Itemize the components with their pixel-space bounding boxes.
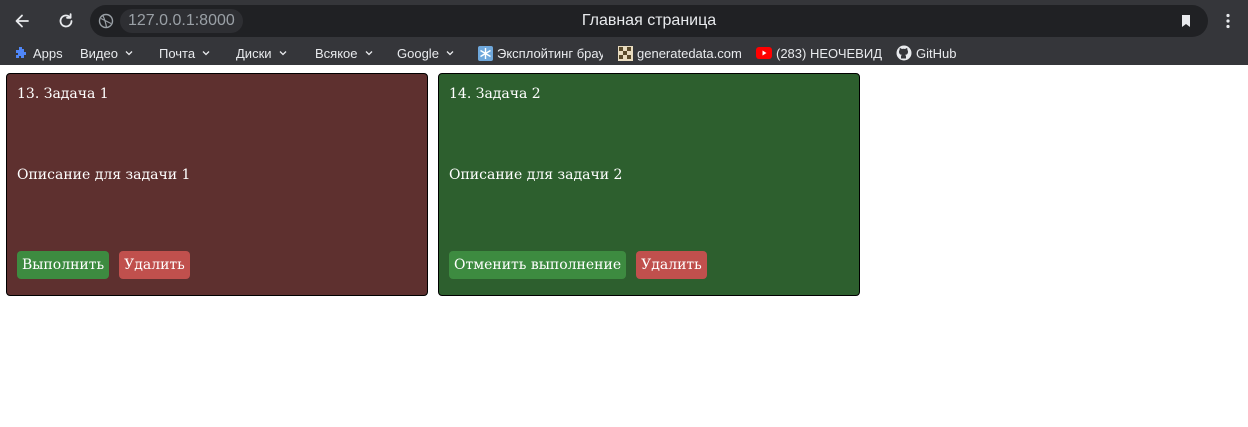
apps-puzzle-icon xyxy=(13,45,29,61)
bookmark-apps[interactable]: Apps xyxy=(13,43,63,63)
task-card: 14. Задача 2 Описание для задачи 2 Отмен… xyxy=(438,73,860,296)
snowflake-icon xyxy=(477,45,493,61)
complete-task-button[interactable]: Выполнить xyxy=(17,251,110,279)
grid-logo-icon xyxy=(617,45,633,61)
bookmark-folder-disks[interactable]: Диски xyxy=(236,43,288,63)
browser-chrome: 127.0.0.1:8000 Главная страница Apps Вид… xyxy=(0,0,1248,65)
bookmark-label: Эксплойтинг брау xyxy=(497,45,603,61)
bookmark-youtube[interactable]: (283) НЕОЧЕВИД xyxy=(756,43,882,63)
back-button[interactable] xyxy=(8,8,36,34)
bookmark-label: Apps xyxy=(33,45,63,61)
browser-menu-button[interactable] xyxy=(1216,8,1240,34)
delete-task-button[interactable]: Удалить xyxy=(119,251,190,279)
undo-complete-button[interactable]: Отменить выполнение xyxy=(449,251,627,279)
delete-task-button[interactable]: Удалить xyxy=(636,251,707,279)
bookmark-folder-google[interactable]: Google xyxy=(397,43,455,63)
youtube-icon xyxy=(756,45,772,61)
task-card: 13. Задача 1 Описание для задачи 1 Выпол… xyxy=(6,73,428,296)
more-vertical-icon xyxy=(1226,13,1230,29)
bookmarks-bar: Apps Видео Почта Диски Всякое Google Экс… xyxy=(0,41,1248,65)
bookmark-label: Видео xyxy=(80,45,118,61)
task-description: Описание для задачи 2 xyxy=(449,167,623,183)
bookmark-label: Всякое xyxy=(315,45,358,61)
back-arrow-icon xyxy=(15,14,29,28)
bookmark-label: generatedata.com xyxy=(637,45,742,61)
browser-toolbar: 127.0.0.1:8000 Главная страница xyxy=(0,0,1248,41)
address-bar[interactable]: 127.0.0.1:8000 Главная страница xyxy=(90,5,1208,37)
task-description: Описание для задачи 1 xyxy=(17,167,191,183)
bookmark-folder-mail[interactable]: Почта xyxy=(159,43,211,63)
task-title: 14. Задача 2 xyxy=(449,86,541,102)
bookmark-label: (283) НЕОЧЕВИД xyxy=(776,45,882,61)
bookmark-label: Диски xyxy=(236,45,272,61)
task-actions: Отменить выполнение Удалить xyxy=(449,251,717,279)
chevron-down-icon xyxy=(279,51,286,56)
github-icon xyxy=(896,45,912,61)
bookmark-generatedata[interactable]: generatedata.com xyxy=(617,43,742,63)
bookmark-icon[interactable] xyxy=(1178,13,1194,29)
url-text[interactable]: 127.0.0.1:8000 xyxy=(120,9,243,33)
chevron-down-icon xyxy=(125,51,133,56)
reload-icon xyxy=(59,13,73,28)
bookmark-label: Google xyxy=(397,45,439,61)
task-title: 13. Задача 1 xyxy=(17,86,109,102)
bookmark-label: GitHub xyxy=(916,45,957,61)
chevron-down-icon xyxy=(202,51,210,56)
chevron-down-icon xyxy=(446,51,454,56)
bookmark-folder-video[interactable]: Видео xyxy=(80,43,134,63)
bookmark-github[interactable]: GitHub xyxy=(896,43,956,63)
page-title: Главная страница xyxy=(581,12,717,29)
bookmark-exploiting[interactable]: Эксплойтинг брау xyxy=(477,43,603,63)
bookmark-folder-misc[interactable]: Всякое xyxy=(315,43,374,63)
reload-button[interactable] xyxy=(52,8,80,34)
chevron-down-icon xyxy=(365,51,372,56)
task-actions: Выполнить Удалить xyxy=(17,251,200,279)
site-info-icon[interactable] xyxy=(98,13,114,29)
bookmark-label: Почта xyxy=(159,45,196,61)
